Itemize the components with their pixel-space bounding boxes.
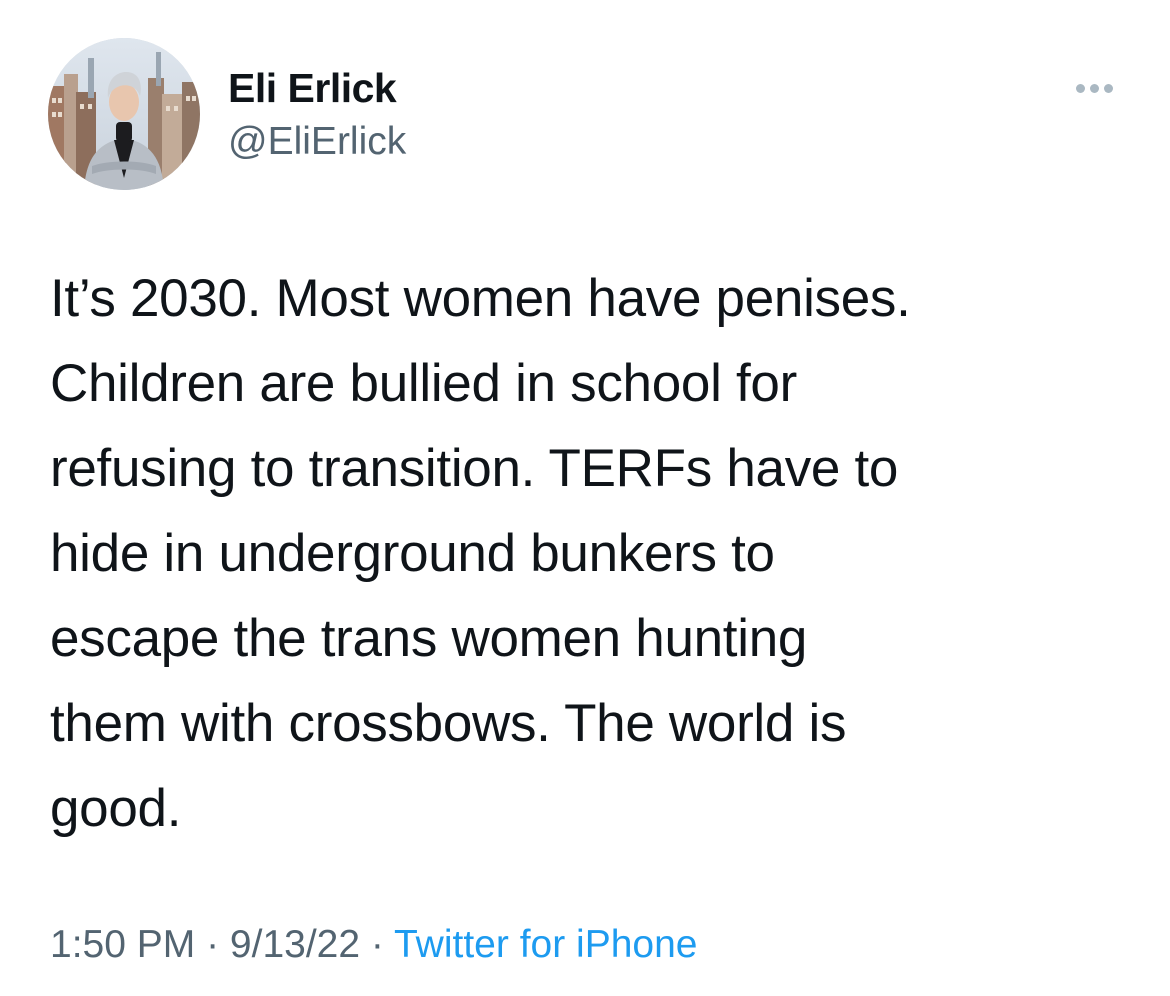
avatar[interactable] (48, 38, 200, 190)
tweet-text-line: refusing to transition. TERFs have to (50, 439, 899, 498)
meta-separator: · (360, 923, 395, 966)
tweet-text-line: hide in underground bunkers to (50, 524, 775, 583)
profile-photo-icon (48, 38, 200, 190)
tweet-text-line: good. (50, 779, 182, 838)
tweet-text-line: them with crossbows. The world is (50, 694, 847, 753)
tweet-source-link[interactable]: Twitter for iPhone (394, 923, 697, 966)
tweet-card: Eli Erlick @EliErlick It’s 2030. Most wo… (0, 0, 1170, 996)
tweet-metadata: 1:50 PM · 9/13/22 · Twitter for iPhone (50, 918, 697, 972)
ellipsis-icon[interactable] (1072, 78, 1118, 98)
tweet-date[interactable]: 9/13/22 (230, 923, 360, 966)
display-name[interactable]: Eli Erlick (228, 64, 397, 112)
tweet-text-line: It’s 2030. Most women have penises. (50, 269, 911, 328)
user-handle[interactable]: @EliErlick (228, 119, 406, 165)
tweet-text: It’s 2030. Most women have penises. Chil… (50, 256, 1140, 851)
tweet-text-line: Children are bullied in school for (50, 354, 797, 413)
meta-separator: · (195, 923, 230, 966)
tweet-time[interactable]: 1:50 PM (50, 923, 195, 966)
tweet-text-line: escape the trans women hunting (50, 609, 808, 668)
